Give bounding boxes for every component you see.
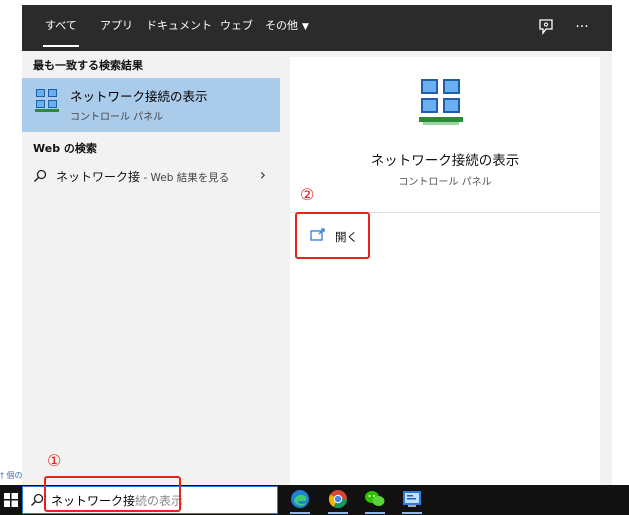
control-panel-icon bbox=[403, 491, 421, 507]
annotation-box-search bbox=[44, 476, 181, 512]
annotation-marker-2: ② bbox=[300, 185, 315, 204]
taskbar-app-control-panel[interactable] bbox=[396, 486, 428, 514]
background-text-fragment: † 個の bbox=[0, 471, 23, 480]
tab-apps-label: アプリ bbox=[100, 19, 133, 32]
web-search-heading: Web の検索 bbox=[33, 142, 97, 155]
annotation-marker-1: ① bbox=[47, 451, 62, 470]
detail-title: ネットワーク接続の表示 bbox=[370, 153, 520, 169]
tab-all[interactable]: すべて bbox=[43, 5, 79, 51]
edge-icon bbox=[291, 490, 309, 508]
tab-all-label: すべて bbox=[45, 19, 77, 32]
web-search-query: ネットワーク接 bbox=[56, 170, 141, 184]
feedback-icon[interactable] bbox=[534, 15, 558, 39]
best-match-subtitle: コントロール パネル bbox=[70, 112, 164, 123]
taskbar-app-edge[interactable] bbox=[284, 486, 316, 514]
tab-documents-label: ドキュメント bbox=[146, 19, 212, 32]
detail-subtitle: コントロール パネル bbox=[398, 177, 492, 188]
web-search-result[interactable]: ネットワーク接 - Web 結果を見る › bbox=[22, 160, 280, 192]
detail-pane: ネットワーク接続の表示 コントロール パネル bbox=[290, 57, 600, 485]
search-icon bbox=[33, 169, 47, 183]
network-connections-icon bbox=[35, 89, 59, 112]
best-match-title: ネットワーク接続の表示 bbox=[70, 89, 208, 104]
tab-more[interactable]: その他 ▼ bbox=[265, 5, 309, 51]
taskbar-app-chrome[interactable] bbox=[322, 486, 354, 514]
open-label: 開く bbox=[335, 230, 358, 244]
windows-start-icon[interactable] bbox=[4, 493, 18, 507]
open-icon bbox=[310, 228, 325, 241]
web-search-text: ネットワーク接 - Web 結果を見る bbox=[56, 168, 229, 185]
tab-web-label: ウェブ bbox=[220, 19, 253, 32]
tab-documents[interactable]: ドキュメント bbox=[146, 5, 212, 51]
best-match-item[interactable]: ネットワーク接続の表示 コントロール パネル bbox=[22, 78, 280, 132]
best-match-heading: 最も一致する検索結果 bbox=[33, 59, 143, 72]
chevron-right-icon: › bbox=[259, 165, 266, 184]
open-action[interactable]: 開く bbox=[305, 224, 365, 248]
network-connections-large-icon bbox=[419, 79, 463, 125]
wechat-icon bbox=[365, 491, 385, 506]
more-options-icon[interactable]: ··· bbox=[570, 15, 594, 39]
tab-more-label: その他 bbox=[265, 19, 298, 32]
chevron-down-icon: ▼ bbox=[302, 22, 309, 32]
search-icon bbox=[30, 493, 44, 507]
tab-web[interactable]: ウェブ bbox=[220, 5, 253, 51]
taskbar-app-wechat[interactable] bbox=[359, 486, 391, 514]
chrome-icon bbox=[328, 490, 347, 509]
tab-apps[interactable]: アプリ bbox=[100, 5, 133, 51]
web-search-suffix: - Web 結果を見る bbox=[140, 172, 230, 184]
search-tab-bar: すべて アプリ ドキュメント ウェブ その他 ▼ ··· bbox=[22, 5, 612, 51]
